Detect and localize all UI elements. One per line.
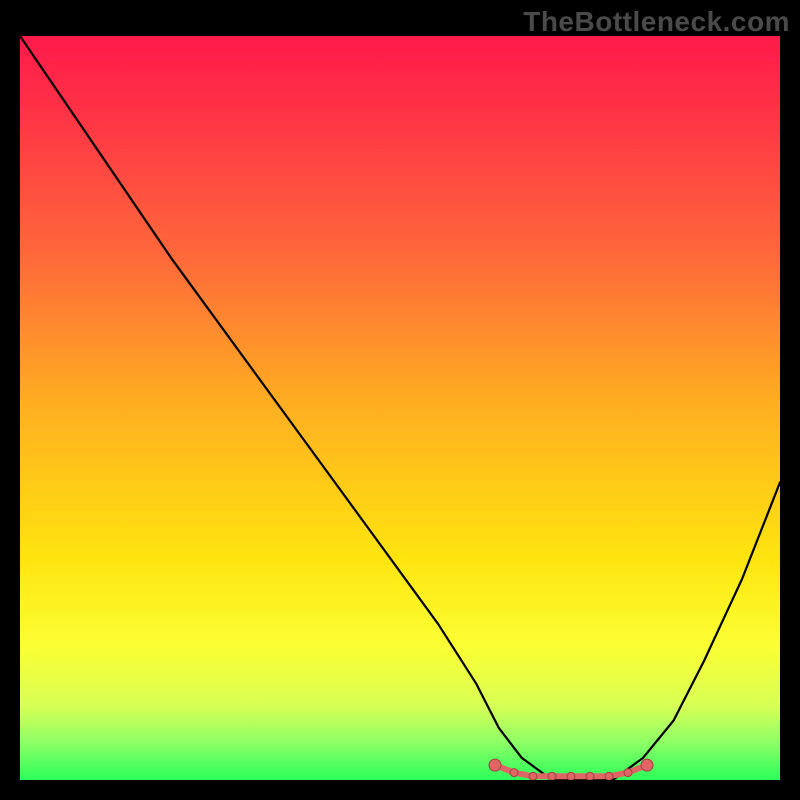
watermark-text: TheBottleneck.com: [523, 6, 790, 38]
optimal-range-marker: [624, 769, 632, 777]
gradient-background: [20, 36, 780, 780]
optimal-range-marker: [529, 772, 537, 780]
optimal-range-marker: [548, 772, 556, 780]
optimal-range-marker: [510, 769, 518, 777]
chart-frame: TheBottleneck.com: [0, 0, 800, 800]
chart-svg: [20, 36, 780, 780]
optimal-range-marker: [489, 759, 501, 771]
optimal-range-marker: [605, 772, 613, 780]
optimal-range-marker: [567, 772, 575, 780]
optimal-range-marker: [641, 759, 653, 771]
plot-area: [20, 36, 780, 780]
optimal-range-marker: [586, 772, 594, 780]
